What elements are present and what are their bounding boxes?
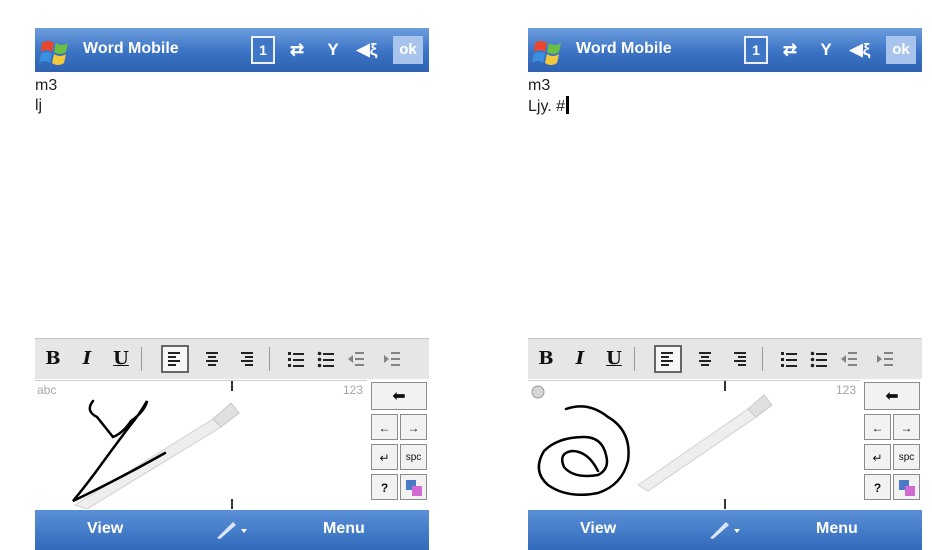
recognizer-keys: ⬅ ← → ↵ spc ? [369, 380, 429, 508]
toolbar-divider [269, 347, 270, 371]
doc-line: Ljy. # [528, 98, 566, 115]
toolbar-divider [634, 347, 635, 371]
doc-line: lj [35, 97, 43, 114]
backspace-key[interactable]: ⬅ [864, 382, 920, 410]
view-softkey[interactable]: View [580, 520, 616, 538]
window-icon[interactable]: 1 [744, 36, 768, 64]
italic-button[interactable]: I [568, 345, 592, 373]
space-key[interactable]: spc [893, 444, 920, 470]
recognizer-switch-key[interactable] [893, 474, 920, 500]
handwriting-stroke [537, 405, 630, 496]
underline-button[interactable]: U [602, 345, 626, 373]
softkey-bar: View Menu [35, 510, 429, 550]
right-arrow-key[interactable]: → [893, 414, 920, 440]
increase-indent-icon[interactable] [383, 350, 401, 368]
enter-key[interactable]: ↵ [864, 444, 891, 470]
enter-key[interactable]: ↵ [371, 444, 398, 470]
align-right-icon[interactable] [730, 350, 748, 368]
align-center-icon[interactable] [203, 350, 221, 368]
window-icon[interactable]: 1 [251, 36, 275, 64]
sync-icon[interactable]: ⇄ [776, 36, 804, 64]
align-center-icon[interactable] [696, 350, 714, 368]
ok-button[interactable]: ok [393, 36, 423, 64]
format-toolbar: B I U [528, 338, 922, 379]
recognizer-switch-icon [405, 480, 422, 496]
ink-canvas [72, 399, 240, 509]
bold-button[interactable]: B [41, 345, 65, 373]
signal-icon[interactable]: Y [319, 36, 347, 64]
ok-button[interactable]: ok [886, 36, 916, 64]
view-softkey[interactable]: View [87, 520, 123, 538]
device-screen-left: Word Mobile 1 ⇄ Y ◀ξ ok m3 lj B I U abc … [35, 28, 429, 550]
help-key[interactable]: ? [371, 474, 398, 500]
app-title: Word Mobile [83, 40, 179, 57]
space-key[interactable]: spc [400, 444, 427, 470]
numbered-list-icon[interactable] [780, 350, 798, 368]
underline-button[interactable]: U [109, 345, 133, 373]
left-arrow-key[interactable]: ← [371, 414, 398, 440]
input-pen-icon[interactable] [213, 520, 249, 540]
recognizer-switch-key[interactable] [400, 474, 427, 500]
doc-line-with-caret: Ljy. # [528, 96, 570, 117]
align-left-button[interactable] [161, 345, 189, 373]
toolbar-divider [762, 347, 763, 371]
ink-canvas [537, 394, 773, 496]
doc-line: m3 [528, 77, 551, 94]
bullet-list-icon[interactable] [317, 350, 335, 368]
left-arrow-key[interactable]: ← [864, 414, 891, 440]
doc-line: m3 [35, 77, 58, 94]
decrease-indent-icon[interactable] [840, 350, 858, 368]
menu-softkey[interactable]: Menu [816, 520, 858, 538]
handwriting-input-pad[interactable]: 123 [528, 380, 860, 509]
title-bar: Word Mobile 1 ⇄ Y ◀ξ ok [35, 28, 429, 72]
volume-icon[interactable]: ◀ξ [844, 36, 876, 64]
sync-icon[interactable]: ⇄ [283, 36, 311, 64]
recognizer-keys: ⬅ ← → ↵ spc ? [862, 380, 922, 508]
increase-indent-icon[interactable] [876, 350, 894, 368]
align-left-icon [168, 352, 180, 366]
align-right-icon[interactable] [237, 350, 255, 368]
windows-start-icon[interactable] [532, 34, 566, 66]
bullet-list-icon[interactable] [810, 350, 828, 368]
right-arrow-key[interactable]: → [400, 414, 427, 440]
align-left-button[interactable] [654, 345, 682, 373]
input-pen-icon[interactable] [706, 520, 742, 540]
stylus-watermark-icon [637, 394, 773, 492]
windows-start-icon[interactable] [39, 34, 73, 66]
document-body[interactable]: m3 lj [35, 76, 57, 116]
align-left-icon [661, 352, 673, 366]
document-body[interactable]: m3 Ljy. # [528, 76, 570, 117]
device-screen-right: Word Mobile 1 ⇄ Y ◀ξ ok m3 Ljy. # B I U [528, 28, 922, 550]
help-key[interactable]: ? [864, 474, 891, 500]
italic-button[interactable]: I [75, 345, 99, 373]
text-caret [566, 96, 570, 114]
handwriting-input-pad[interactable]: abc 123 [35, 380, 367, 509]
format-toolbar: B I U [35, 338, 429, 379]
volume-icon[interactable]: ◀ξ [351, 36, 383, 64]
menu-softkey[interactable]: Menu [323, 520, 365, 538]
bold-button[interactable]: B [534, 345, 558, 373]
toolbar-divider [141, 347, 142, 371]
title-bar: Word Mobile 1 ⇄ Y ◀ξ ok [528, 28, 922, 72]
recognizer-switch-icon [898, 480, 915, 496]
backspace-key[interactable]: ⬅ [371, 382, 427, 410]
softkey-bar: View Menu [528, 510, 922, 550]
app-title: Word Mobile [576, 40, 672, 57]
decrease-indent-icon[interactable] [347, 350, 365, 368]
signal-icon[interactable]: Y [812, 36, 840, 64]
numbered-list-icon[interactable] [287, 350, 305, 368]
